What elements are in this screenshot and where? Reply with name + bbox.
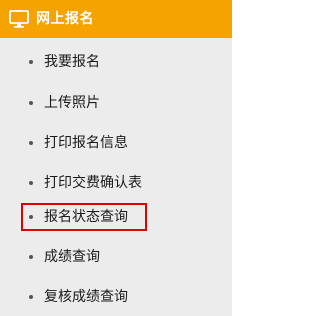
bullet-icon	[29, 255, 33, 259]
menu-item-label[interactable]: 打印报名信息	[44, 133, 128, 153]
menu-item-label[interactable]: 报名状态查询	[44, 207, 128, 227]
menu-item-label[interactable]: 复核成绩查询	[44, 287, 128, 307]
menu-item-score-review-query[interactable]: 复核成绩查询	[0, 279, 232, 315]
menu-item-label[interactable]: 我要报名	[44, 52, 100, 72]
menu-item-label[interactable]: 上传照片	[44, 93, 100, 113]
bullet-icon	[29, 60, 33, 64]
panel-title: 网上报名	[36, 11, 94, 27]
menu-item-registration-status[interactable]: 报名状态查询	[0, 199, 232, 235]
online-registration-panel: 网上报名 我要报名 上传照片 打印报名信息 打印交费确认表 报名状态查询 成绩查…	[0, 0, 232, 316]
menu-item-print-payment-confirmation[interactable]: 打印交费确认表	[0, 165, 232, 201]
bullet-icon	[29, 101, 33, 105]
bullet-icon	[29, 215, 33, 219]
bullet-icon	[29, 181, 33, 185]
menu-item-print-registration-info[interactable]: 打印报名信息	[0, 125, 232, 161]
menu-item-upload-photo[interactable]: 上传照片	[0, 85, 232, 121]
menu-item-score-query[interactable]: 成绩查询	[0, 239, 232, 275]
menu-item-register[interactable]: 我要报名	[0, 44, 232, 80]
panel-header: 网上报名	[0, 0, 232, 38]
menu-item-label[interactable]: 打印交费确认表	[44, 173, 142, 193]
bullet-icon	[29, 295, 33, 299]
bullet-icon	[29, 141, 33, 145]
menu-item-label[interactable]: 成绩查询	[44, 247, 100, 267]
monitor-icon	[9, 10, 29, 28]
